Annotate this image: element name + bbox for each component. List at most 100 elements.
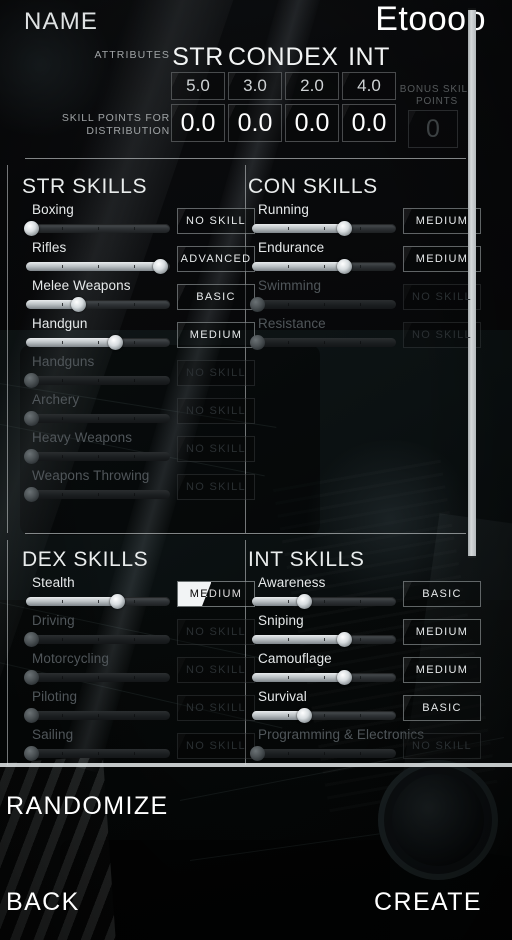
skill-row-rifles: Rifles ADVANCED xyxy=(22,240,255,280)
skill-level-button-archery[interactable]: NO SKILL xyxy=(177,398,255,424)
skill-slider-resistance[interactable] xyxy=(250,335,396,350)
slider-tick-0 xyxy=(62,714,63,717)
slider-handle-handguns[interactable] xyxy=(24,373,39,388)
slider-handle-awareness[interactable] xyxy=(296,594,312,609)
slider-handle-melee-weapons[interactable] xyxy=(70,297,86,312)
slider-handle-driving[interactable] xyxy=(24,632,39,647)
skill-slider-handgun[interactable] xyxy=(26,335,170,350)
attribute-value-dex[interactable]: 2.0 xyxy=(285,72,339,100)
skill-slider-stealth[interactable] xyxy=(26,594,170,609)
slider-handle-endurance[interactable] xyxy=(337,259,353,274)
slider-handle-boxing[interactable] xyxy=(24,221,39,236)
skill-name-weapons-throwing: Weapons Throwing xyxy=(32,468,150,483)
skill-slider-rifles[interactable] xyxy=(26,259,170,274)
skill-slider-camouflage[interactable] xyxy=(252,670,396,685)
slider-handle-programming-electronics[interactable] xyxy=(250,746,265,761)
skill-row-piloting: Piloting NO SKILL xyxy=(22,689,255,729)
skill-name-stealth: Stealth xyxy=(32,575,75,590)
slider-handle-weapons-throwing[interactable] xyxy=(24,487,39,502)
skill-slider-melee-weapons[interactable] xyxy=(26,297,170,312)
attribute-abbr-str: STR xyxy=(172,43,224,71)
skill-name-survival: Survival xyxy=(258,689,307,704)
slider-handle-resistance[interactable] xyxy=(250,335,265,350)
skill-slider-heavy-weapons[interactable] xyxy=(24,449,170,464)
slider-fill xyxy=(26,597,117,606)
slider-handle-archery[interactable] xyxy=(24,411,39,426)
slider-tick-2 xyxy=(360,341,361,344)
skill-slider-swimming[interactable] xyxy=(250,297,396,312)
slider-handle-stealth[interactable] xyxy=(109,594,125,609)
skill-level-button-heavy-weapons[interactable]: NO SKILL xyxy=(177,436,255,462)
slider-handle-survival[interactable] xyxy=(296,708,312,723)
slider-handle-motorcycling[interactable] xyxy=(24,670,39,685)
skill-slider-boxing[interactable] xyxy=(24,221,170,236)
slider-tick-2 xyxy=(360,638,361,641)
slider-tick-0 xyxy=(288,227,289,230)
skill-level-button-weapons-throwing[interactable]: NO SKILL xyxy=(177,474,255,500)
skill-slider-survival[interactable] xyxy=(252,708,396,723)
slider-handle-piloting[interactable] xyxy=(24,708,39,723)
skill-level-button-melee-weapons[interactable]: BASIC xyxy=(177,284,255,310)
vertical-scrollbar-thumb[interactable] xyxy=(468,10,476,556)
skill-slider-sailing[interactable] xyxy=(24,746,170,761)
slider-handle-heavy-weapons[interactable] xyxy=(24,449,39,464)
attribute-column-int: INT 4.0 0.0 xyxy=(342,44,396,142)
skill-row-awareness: Awareness BASIC xyxy=(248,575,481,615)
skill-points-value-int[interactable]: 0.0 xyxy=(342,104,396,142)
randomize-button[interactable]: RANDOMIZE xyxy=(6,792,169,821)
skill-slider-driving[interactable] xyxy=(24,632,170,647)
skill-slider-piloting[interactable] xyxy=(24,708,170,723)
skill-level-button-sniping[interactable]: MEDIUM xyxy=(403,619,481,645)
skill-slider-sniping[interactable] xyxy=(252,632,396,647)
skill-level-button-awareness[interactable]: BASIC xyxy=(403,581,481,607)
slider-tick-0 xyxy=(62,341,63,344)
skill-slider-weapons-throwing[interactable] xyxy=(24,487,170,502)
slider-tick-2 xyxy=(360,265,361,268)
skill-level-button-rifles[interactable]: ADVANCED xyxy=(177,246,255,272)
back-button[interactable]: BACK xyxy=(6,888,80,917)
slider-handle-sniping[interactable] xyxy=(337,632,353,647)
skill-points-value-text: 0.0 xyxy=(351,108,387,137)
attribute-value-str[interactable]: 5.0 xyxy=(171,72,225,100)
slider-tick-0 xyxy=(62,455,63,458)
slider-tick-0 xyxy=(288,303,289,306)
slider-tick-1 xyxy=(98,341,99,344)
skill-points-value-dex[interactable]: 0.0 xyxy=(285,104,339,142)
skill-slider-archery[interactable] xyxy=(24,411,170,426)
skill-level-label: BASIC xyxy=(196,291,236,303)
slider-handle-camouflage[interactable] xyxy=(337,670,353,685)
slider-handle-running[interactable] xyxy=(337,221,353,236)
skill-level-button-stealth[interactable]: MEDIUM xyxy=(177,581,255,607)
skill-level-button-handgun[interactable]: MEDIUM xyxy=(177,322,255,348)
attribute-value-int[interactable]: 4.0 xyxy=(342,72,396,100)
skill-level-button-boxing[interactable]: NO SKILL xyxy=(177,208,255,234)
skill-level-button-programming-electronics[interactable]: NO SKILL xyxy=(403,733,481,759)
slider-handle-swimming[interactable] xyxy=(250,297,265,312)
skill-level-button-driving[interactable]: NO SKILL xyxy=(177,619,255,645)
slider-handle-rifles[interactable] xyxy=(152,259,168,274)
slider-handle-sailing[interactable] xyxy=(24,746,39,761)
skill-level-button-camouflage[interactable]: MEDIUM xyxy=(403,657,481,683)
skill-row-programming-electronics: Programming & Electronics NO SKILL xyxy=(248,727,481,767)
skill-slider-motorcycling[interactable] xyxy=(24,670,170,685)
skill-level-button-motorcycling[interactable]: NO SKILL xyxy=(177,657,255,683)
skill-level-label: NO SKILL xyxy=(186,664,246,676)
skill-level-button-survival[interactable]: BASIC xyxy=(403,695,481,721)
skill-slider-endurance[interactable] xyxy=(252,259,396,274)
skill-slider-handguns[interactable] xyxy=(24,373,170,388)
skill-points-value-con[interactable]: 0.0 xyxy=(228,104,282,142)
skill-level-button-handguns[interactable]: NO SKILL xyxy=(177,360,255,386)
skill-points-value-str[interactable]: 0.0 xyxy=(171,104,225,142)
attribute-value-con[interactable]: 3.0 xyxy=(228,72,282,100)
create-button[interactable]: CREATE xyxy=(374,888,482,917)
skill-slider-running[interactable] xyxy=(252,221,396,236)
slider-fill xyxy=(252,262,345,271)
skill-slider-programming-electronics[interactable] xyxy=(250,746,396,761)
skill-slider-awareness[interactable] xyxy=(252,594,396,609)
skill-name-programming-electronics: Programming & Electronics xyxy=(258,727,425,742)
slider-handle-handgun[interactable] xyxy=(108,335,124,350)
section-title-dex: DEX SKILLS xyxy=(22,548,149,571)
skill-level-button-piloting[interactable]: NO SKILL xyxy=(177,695,255,721)
skill-level-button-sailing[interactable]: NO SKILL xyxy=(177,733,255,759)
skill-level-label: MEDIUM xyxy=(189,329,243,341)
